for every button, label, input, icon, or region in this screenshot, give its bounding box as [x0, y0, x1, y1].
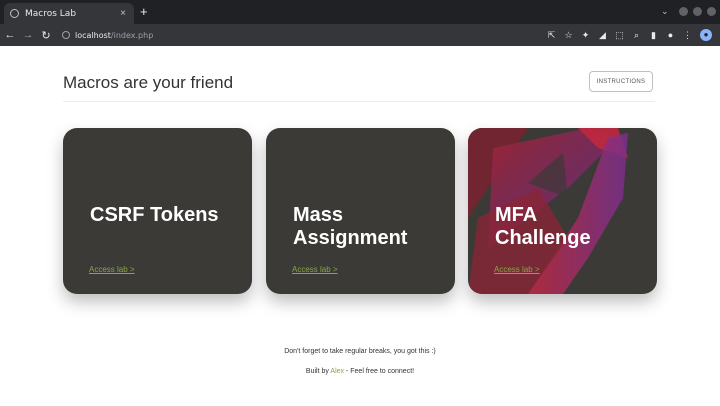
footer-suffix: - Feel free to connect! [344, 368, 415, 375]
card-title: MFA Challenge [495, 204, 591, 250]
browser-toolbar: ← → ↻ localhost/index.php ⇱ ☆ ✦ ◢ ⬚ ⌕ ▮ … [0, 24, 720, 46]
card-title-line2: Assignment [293, 227, 408, 249]
url-path: /index.php [110, 30, 154, 40]
page-title: Macros are your friend [63, 73, 234, 92]
page-content: Macros are your friend INSTRUCTIONS CSRF… [0, 46, 720, 406]
reload-icon[interactable]: ↻ [38, 29, 54, 42]
sidepanel-icon[interactable]: ▮ [649, 30, 658, 40]
toolbar-icons: ⇱ ☆ ✦ ◢ ⬚ ⌕ ▮ ● ⋮ ● [547, 29, 712, 41]
bookmark-star-icon[interactable]: ☆ [564, 30, 573, 40]
search-icon[interactable]: ⌕ [632, 30, 641, 40]
card-title: CSRF Tokens [90, 204, 219, 227]
card-title-line2: Challenge [495, 227, 591, 249]
access-lab-link[interactable]: Access lab > [292, 265, 338, 274]
footer-prefix: Built by [305, 368, 331, 375]
card-title-line1: Mass [293, 204, 344, 226]
minimize-button[interactable] [679, 7, 688, 16]
lab-card-mfa-challenge[interactable]: MFA Challenge Access lab > [468, 128, 657, 294]
close-window-button[interactable] [707, 7, 716, 16]
lab-card-mass-assignment[interactable]: Mass Assignment Access lab > [266, 128, 455, 294]
close-tab-icon[interactable]: × [116, 8, 130, 19]
extensions-puzzle-icon[interactable]: ⬚ [615, 30, 624, 40]
instructions-button[interactable]: INSTRUCTIONS [589, 71, 653, 92]
url-host: localhost [75, 30, 111, 40]
account-icon[interactable]: ● [666, 30, 675, 40]
card-title-line1: MFA [495, 204, 538, 226]
new-tab-button[interactable]: + [140, 5, 148, 18]
footer-note: Don't forget to take regular breaks, you… [284, 348, 436, 355]
browser-tab-strip: Macros Lab × + ⌄ [0, 0, 720, 24]
menu-dots-icon[interactable]: ⋮ [683, 30, 692, 40]
card-title: Mass Assignment [293, 204, 407, 250]
extension-2-icon[interactable]: ◢ [598, 30, 607, 40]
profile-avatar[interactable]: ● [700, 29, 712, 41]
browser-tab[interactable]: Macros Lab × [4, 3, 134, 24]
tab-title: Macros Lab [25, 8, 77, 19]
tab-search-chevron-icon[interactable]: ⌄ [661, 6, 669, 17]
divider [63, 101, 655, 102]
address-bar[interactable]: localhost/index.php [62, 27, 547, 43]
forward-arrow-icon[interactable]: → [20, 29, 36, 41]
card-title-line1: CSRF Tokens [90, 204, 219, 226]
access-lab-link[interactable]: Access lab > [494, 265, 540, 274]
access-lab-link[interactable]: Access lab > [89, 265, 135, 274]
site-info-icon[interactable] [62, 31, 70, 39]
share-icon[interactable]: ⇱ [547, 30, 556, 40]
footer-credits: Built by Alex - Feel free to connect! [0, 368, 720, 375]
extension-icon[interactable]: ✦ [581, 30, 590, 40]
back-arrow-icon[interactable]: ← [2, 29, 18, 41]
author-link[interactable]: Alex [330, 368, 344, 375]
globe-icon [10, 9, 19, 18]
maximize-button[interactable] [693, 7, 702, 16]
lab-card-csrf-tokens[interactable]: CSRF Tokens Access lab > [63, 128, 252, 294]
